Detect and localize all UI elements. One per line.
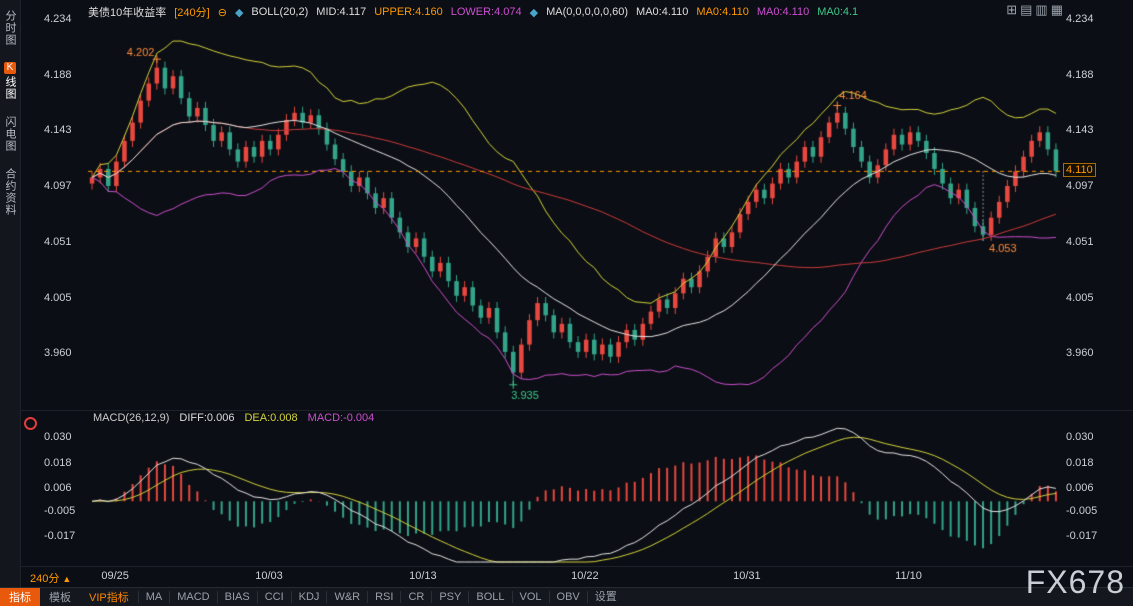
indicator-rsi[interactable]: RSI: [367, 591, 400, 603]
bottom-toolbar: 指标模板VIP指标MAMACDBIASCCIKDJW&RRSICRPSYBOLL…: [0, 587, 1133, 606]
tab-indicators[interactable]: 指标: [0, 588, 40, 606]
boll-lower-value: LOWER:4.074: [451, 6, 522, 18]
price-axis-tick: 4.188: [1066, 69, 1094, 81]
macd-macd-value: MACD:-0.004: [308, 412, 375, 424]
sidebar-item-time-chart[interactable]: 分时图: [2, 10, 18, 46]
sidebar-item-kline-chart-label: 线图: [2, 76, 18, 100]
price-axis-tick: 3.960: [44, 347, 72, 359]
macd-diff-value: DIFF:0.006: [179, 412, 234, 424]
macd-axis-tick: -0.017: [44, 530, 75, 542]
indicator-wr[interactable]: W&R: [326, 591, 367, 603]
fx678-watermark: FX678: [1026, 564, 1125, 601]
price-axis-tick: 4.097: [44, 180, 72, 192]
macd-axis-tick: 0.018: [1066, 457, 1094, 469]
price-axis-tick: 4.005: [1066, 292, 1094, 304]
x-axis-date-label: 10/22: [571, 570, 599, 582]
x-axis-date-label: 10/31: [733, 570, 761, 582]
layout-cells-icon[interactable]: ▦: [1051, 2, 1063, 17]
axis-divider: [21, 566, 1133, 567]
indicator-obv[interactable]: OBV: [549, 591, 587, 603]
boll-marker-icon: ◆: [235, 6, 243, 19]
x-axis-date-label: 10/13: [409, 570, 437, 582]
kline-badge: K: [4, 62, 16, 74]
sidebar-item-lightning-chart[interactable]: 闪电图: [2, 116, 18, 152]
macd-axis-tick: -0.005: [44, 505, 75, 517]
sidebar-item-kline-chart[interactable]: K 线图: [2, 62, 18, 100]
indicator-boll[interactable]: BOLL: [468, 591, 511, 603]
x-axis-date-label: 09/25: [101, 570, 129, 582]
chart-header: 美债10年收益率 [240分] ⊖ ◆ BOLL(20,2) MID:4.117 UPPER…: [88, 4, 858, 20]
tab-vip-indicators[interactable]: VIP指标: [80, 588, 138, 606]
window-layout-icons: ⊞▤▥ ▦: [1006, 2, 1063, 17]
collapse-icon[interactable]: ⊖: [218, 6, 227, 19]
price-axis-tick: 4.051: [44, 236, 72, 248]
boll-mid-value: MID:4.117: [316, 6, 366, 18]
x-axis-date-label: 10/03: [255, 570, 283, 582]
macd-axis-tick: 0.006: [44, 482, 72, 494]
price-axis-tick: 4.143: [1066, 124, 1094, 136]
pane-divider: [21, 410, 1133, 411]
ma0-value-3: MA0:4.110: [757, 6, 809, 18]
ma-marker-icon: ◆: [530, 6, 538, 19]
macd-axis-tick: 0.018: [44, 457, 72, 469]
macd-axis-tick: 0.030: [44, 431, 72, 443]
timeframe-label: 240分: [30, 573, 59, 585]
ma0-value-4: MA0:4.1: [817, 6, 858, 18]
macd-axis-tick: 0.006: [1066, 482, 1094, 494]
indicator-cr[interactable]: CR: [400, 591, 431, 603]
indicator-ma[interactable]: MA: [138, 591, 170, 603]
price-axis-tick: 4.188: [44, 69, 72, 81]
x-axis-date-label: 11/10: [895, 570, 922, 582]
symbol-title: 美债10年收益率: [88, 4, 166, 20]
sidebar-item-time-chart-label: 分时图: [2, 10, 18, 46]
indicator-kdj[interactable]: KDJ: [291, 591, 327, 603]
price-axis-tick: 4.234: [44, 13, 72, 25]
price-axis-tick: 4.005: [44, 292, 72, 304]
boll-upper-value: UPPER:4.160: [374, 6, 442, 18]
price-axis-tick: 4.143: [44, 124, 72, 136]
price-axis-tick: 3.960: [1066, 347, 1094, 359]
boll-label: BOLL(20,2): [251, 6, 308, 18]
layout-columns-icon[interactable]: ▥: [1035, 2, 1047, 17]
price-axis-tick: 4.234: [1066, 13, 1094, 25]
timeframe-selector[interactable]: 240分▲: [30, 570, 71, 586]
sidebar-item-contract-info[interactable]: 合约资料: [2, 168, 18, 216]
macd-dea-value: DEA:0.008: [244, 412, 297, 424]
indicator-psy[interactable]: PSY: [431, 591, 468, 603]
settings-tab[interactable]: 设置: [587, 591, 624, 603]
current-price-tag: 4.110: [1063, 163, 1096, 177]
indicator-cci[interactable]: CCI: [257, 591, 291, 603]
ma-label: MA(0,0,0,0,0,60): [546, 6, 628, 18]
macd-axis-tick: -0.005: [1066, 505, 1097, 517]
trading-chart-app: 分时图 K 线图闪电图合约资料 美债10年收益率 [240分] ⊖ ◆ BOLL(20,2)…: [0, 0, 1133, 606]
indicator-vol[interactable]: VOL: [512, 591, 549, 603]
price-axis-tick: 4.051: [1066, 236, 1094, 248]
price-axis-tick: 4.097: [1066, 180, 1094, 192]
sidebar-item-contract-info-label: 合约资料: [2, 168, 18, 216]
ma0-value-2: MA0:4.110: [696, 6, 748, 18]
indicator-bias[interactable]: BIAS: [217, 591, 257, 603]
left-sidebar: 分时图 K 线图闪电图合约资料: [0, 0, 21, 598]
layout-rows-icon[interactable]: ▤: [1020, 2, 1032, 17]
layout-grid-icon[interactable]: ⊞: [1006, 2, 1017, 17]
macd-axis-tick: -0.017: [1066, 530, 1097, 542]
sidebar-item-lightning-chart-label: 闪电图: [2, 116, 18, 152]
period-label[interactable]: [240分]: [174, 4, 209, 20]
timeframe-up-arrow-icon: ▲: [62, 574, 71, 584]
macd-indicator-header: MACD(26,12,9) DIFF:0.006 DEA:0.008 MACD:-0.…: [93, 412, 374, 424]
macd-axis-tick: 0.030: [1066, 431, 1094, 443]
tab-templates[interactable]: 模板: [40, 588, 80, 606]
macd-label: MACD(26,12,9): [93, 412, 169, 424]
chart-canvas[interactable]: [0, 0, 1133, 606]
indicator-macd[interactable]: MACD: [169, 591, 216, 603]
ma0-value-1: MA0:4.110: [636, 6, 688, 18]
macd-pane-marker-icon[interactable]: [24, 417, 37, 430]
